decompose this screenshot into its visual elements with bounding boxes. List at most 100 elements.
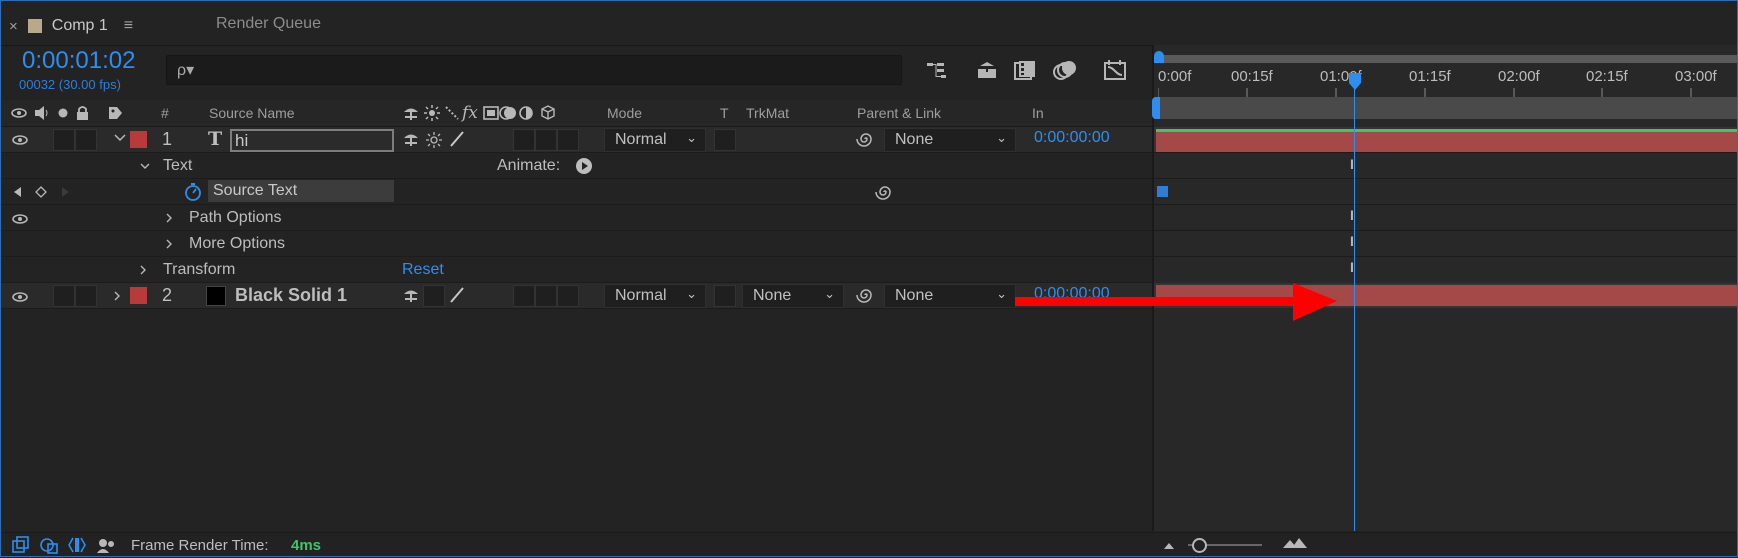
zoom-in-icon[interactable] [1282,536,1308,554]
motion-blur-icon[interactable] [1051,58,1079,82]
lock-switch[interactable] [75,129,97,151]
chevron-down-icon[interactable] [113,130,127,147]
lock-switch[interactable] [75,285,97,307]
chevron-down-icon[interactable] [139,159,151,176]
trkmat-dropdown[interactable]: None ⌄ [742,284,844,308]
layer-label-color[interactable] [130,131,147,148]
collapse-switch[interactable] [423,285,445,307]
collapse-switch-icon[interactable] [425,131,443,153]
column-mode[interactable]: Mode [607,105,642,121]
visibility-eye-icon[interactable] [11,290,29,307]
graph-editor-icon[interactable] [1101,58,1129,82]
3d-layer-switch[interactable] [535,129,557,151]
next-keyframe-icon[interactable] [59,185,71,202]
layer-row-1[interactable]: 1 T hi Normal ⌄ None ⌄ 0:00:00:00 [0,127,1152,153]
motion-blur-switch[interactable] [557,285,579,307]
pick-whip-icon[interactable] [856,130,876,152]
composition-flowchart-icon[interactable] [923,58,951,82]
layer-label-color[interactable] [130,287,147,304]
solo-switch[interactable] [53,285,75,307]
property-group-text[interactable]: Text Animate: [0,153,1152,179]
layer-name-field[interactable]: hi [230,129,394,152]
ruler-tick-label: 03:00f [1675,68,1717,85]
ruler-tick-label: 01:15f [1409,68,1451,85]
layer-switches-header-icons: fx [402,103,562,126]
property-group-path-options[interactable]: Path Options [0,205,1152,231]
chevron-right-icon[interactable] [163,211,175,228]
layer-row-2[interactable]: 2 Black Solid 1 Normal ⌄ None ⌄ None ⌄ 0… [0,283,1152,309]
column-trkmat[interactable]: TrkMat [746,105,789,121]
zoom-slider-thumb[interactable] [1192,538,1207,553]
visibility-eye-icon[interactable] [11,133,29,150]
stopwatch-icon[interactable] [183,182,203,206]
time-navigator-start-handle[interactable] [1152,97,1160,119]
ruler-tick-label: 02:15f [1586,68,1628,85]
mode-dropdown[interactable]: Normal ⌄ [604,284,706,308]
3d-layer-switch[interactable] [535,285,557,307]
motion-blur-switch[interactable] [557,129,579,151]
preserve-transparency-switch[interactable] [714,285,736,307]
draft-3d-icon[interactable] [973,58,1001,82]
transform-label: Transform [163,261,236,278]
preserve-transparency-switch[interactable] [714,129,736,151]
layer-name[interactable]: Black Solid 1 [235,285,347,306]
add-keyframe-icon[interactable] [35,185,47,202]
in-out-toggle-icon[interactable] [68,536,86,558]
frame-render-time-label: Frame Render Time: [131,537,269,554]
playhead-icon[interactable] [1348,73,1362,91]
mode-value: Normal [615,287,667,304]
property-group-transform[interactable]: Transform Reset [0,257,1152,283]
column-in[interactable]: In [1032,105,1044,121]
close-tab-icon[interactable]: × [9,18,18,35]
layer-1-duration-bar[interactable] [1156,132,1738,152]
solo-switch[interactable] [53,129,75,151]
property-source-text[interactable]: Source Text [0,179,1152,205]
transfer-controls-toggle-icon[interactable] [40,536,58,558]
adjustment-switch[interactable] [513,129,535,151]
render-time-toggle-icon[interactable] [96,536,116,558]
chevron-right-icon[interactable] [111,289,123,306]
tab-comp-1[interactable]: × Comp 1 ≡ [9,11,133,41]
search-icon[interactable]: ρ▾ [177,60,194,80]
expression-pick-whip-icon[interactable] [875,183,895,205]
keyframe-marker[interactable] [1157,186,1168,197]
current-time-indicator[interactable] [1354,75,1355,531]
work-area-bar[interactable] [1158,55,1738,63]
pick-whip-icon[interactable] [856,286,876,308]
shy-switch-icon[interactable] [402,130,420,152]
frame-blending-icon[interactable] [1011,58,1039,82]
layer-1-track[interactable] [1154,127,1738,152]
tab-render-queue[interactable]: Render Queue [216,15,321,33]
reset-link[interactable]: Reset [402,261,444,279]
work-area-start-handle[interactable] [1154,51,1164,63]
path-options-label: Path Options [189,209,282,226]
current-time-display[interactable]: 0:00:01:02 [22,47,135,75]
chevron-right-icon[interactable] [137,263,149,280]
visibility-eye-icon[interactable] [11,212,29,229]
chevron-right-icon[interactable] [163,237,175,254]
mode-dropdown[interactable]: Normal ⌄ [604,128,706,152]
column-source-name[interactable]: Source Name [209,105,295,121]
property-group-more-options[interactable]: More Options [0,231,1152,257]
quality-switch-icon[interactable] [448,130,466,152]
frame-render-time-value: 4ms [291,537,322,554]
column-number: # [161,105,169,121]
shy-switch-icon[interactable] [402,286,420,308]
in-point-value[interactable]: 0:00:00:00 [1034,129,1110,147]
previous-keyframe-icon[interactable] [12,185,24,202]
source-text-highlight[interactable]: Source Text [208,180,394,202]
animate-menu-icon[interactable] [575,157,593,179]
time-ruler[interactable]: 0:00f 00:15f 01:00f 01:15f 02:00f 02:15f… [1158,65,1738,99]
track-divider [1154,178,1738,179]
quality-switch-icon[interactable] [448,286,466,308]
search-input[interactable]: ρ▾ [166,55,902,85]
time-navigator-bar[interactable] [1154,97,1738,119]
zoom-out-icon[interactable] [1162,538,1176,555]
tab-label: Comp 1 [51,17,108,34]
layer-switches-toggle-icon[interactable] [12,536,30,558]
adjustment-switch[interactable] [513,285,535,307]
parent-dropdown[interactable]: None ⌄ [884,284,1016,308]
column-parent-link[interactable]: Parent & Link [857,105,941,121]
panel-menu-icon[interactable]: ≡ [124,17,133,35]
parent-dropdown[interactable]: None ⌄ [884,128,1016,152]
